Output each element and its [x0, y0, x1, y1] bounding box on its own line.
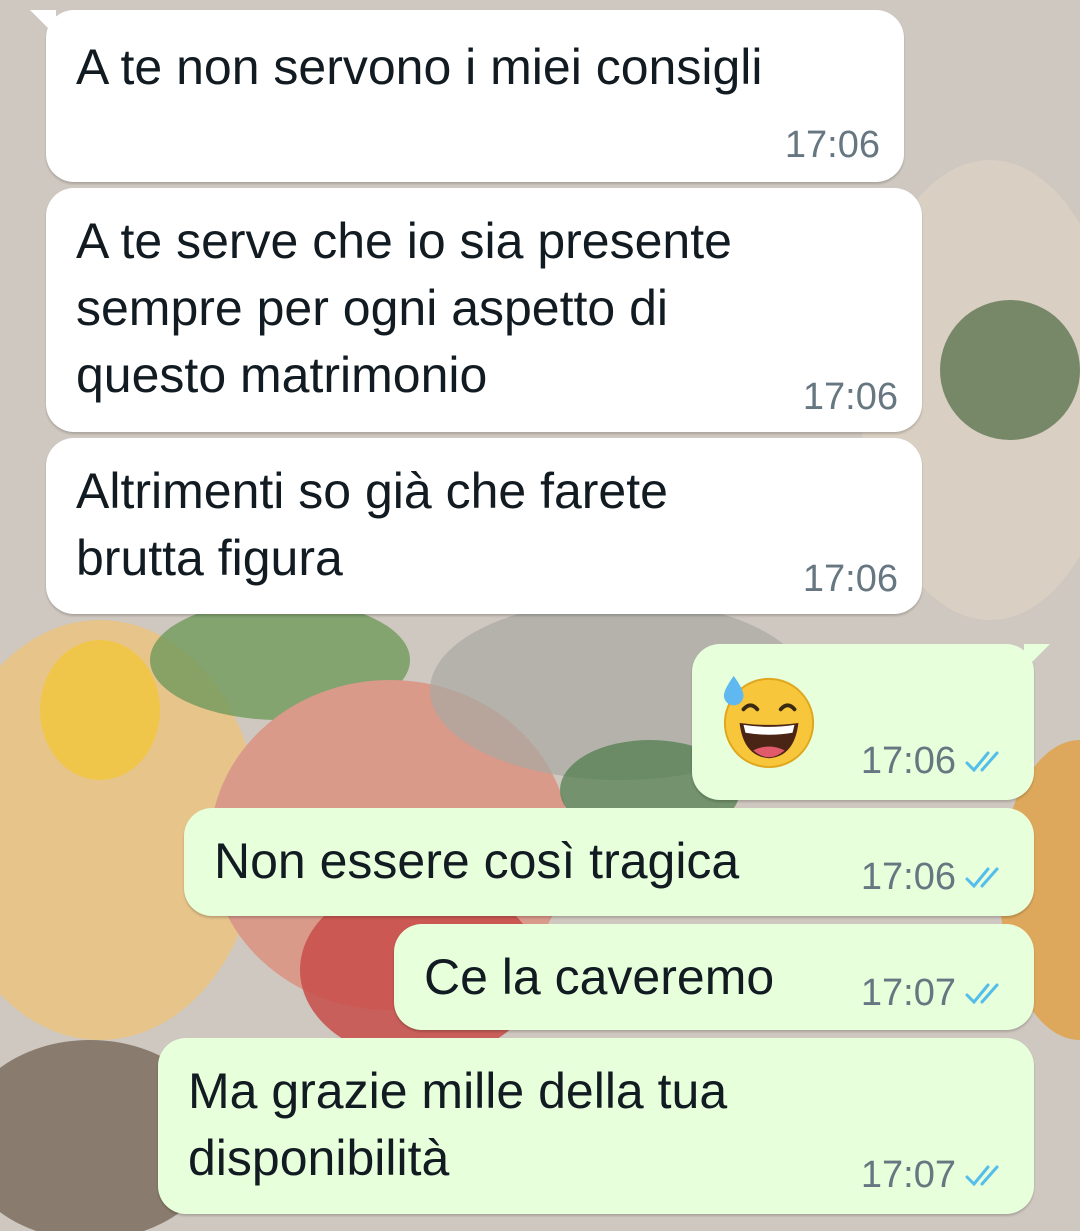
message-text-line: sempre per ogni aspetto di — [76, 280, 669, 336]
message-text: A te non servono i miei consigli — [76, 39, 763, 95]
bubble-tail — [1024, 644, 1050, 670]
bubble-tail — [30, 10, 56, 36]
outgoing-message[interactable]: Ce la caveremo 17:07 — [394, 924, 1034, 1030]
message-meta: 17:06 — [861, 740, 1008, 783]
double-check-read-icon — [965, 983, 999, 1004]
message-text: Ce la caveremo — [424, 949, 775, 1005]
message-time: 17:06 — [784, 124, 880, 166]
incoming-message[interactable]: A te non servono i miei consigli 17:06 — [30, 10, 904, 182]
message-time: 17:07 — [860, 972, 956, 1014]
message-meta: 17:06 — [803, 558, 898, 601]
message-text-line: brutta figura — [76, 530, 343, 586]
message-text-line: Altrimenti so già che farete — [76, 463, 668, 519]
message-text: Non essere così tragica — [214, 833, 740, 889]
outgoing-message[interactable]: 17:06 — [692, 644, 1050, 800]
message-time: 17:06 — [802, 376, 898, 418]
message-text-line: questo matrimonio — [76, 347, 488, 403]
outgoing-message[interactable]: Ma grazie mille della tua disponibilità … — [158, 1038, 1034, 1214]
message-time: 17:07 — [860, 1154, 956, 1196]
message-meta: 17:07 — [861, 1154, 1008, 1197]
message-time: 17:06 — [860, 740, 956, 782]
message-text-line: disponibilità — [188, 1130, 450, 1186]
double-check-read-icon — [965, 1165, 999, 1186]
message-meta: 17:07 — [861, 972, 1008, 1015]
message-time: 17:06 — [860, 856, 956, 898]
double-check-read-icon — [965, 867, 999, 888]
message-time: 17:06 — [802, 558, 898, 600]
double-check-read-icon — [965, 751, 999, 772]
grinning-face-with-sweat-icon — [723, 675, 815, 769]
message-meta: 17:06 — [785, 124, 880, 167]
message-meta: 17:06 — [803, 376, 898, 419]
incoming-message[interactable]: Altrimenti so già che farete brutta figu… — [46, 438, 922, 614]
message-meta: 17:06 — [861, 856, 1008, 899]
message-text-line: A te serve che io sia presente — [76, 213, 732, 269]
outgoing-message[interactable]: Non essere così tragica 17:06 — [184, 808, 1034, 916]
incoming-message[interactable]: A te serve che io sia presente sempre pe… — [46, 188, 922, 432]
message-text-line: Ma grazie mille della tua — [188, 1063, 728, 1119]
